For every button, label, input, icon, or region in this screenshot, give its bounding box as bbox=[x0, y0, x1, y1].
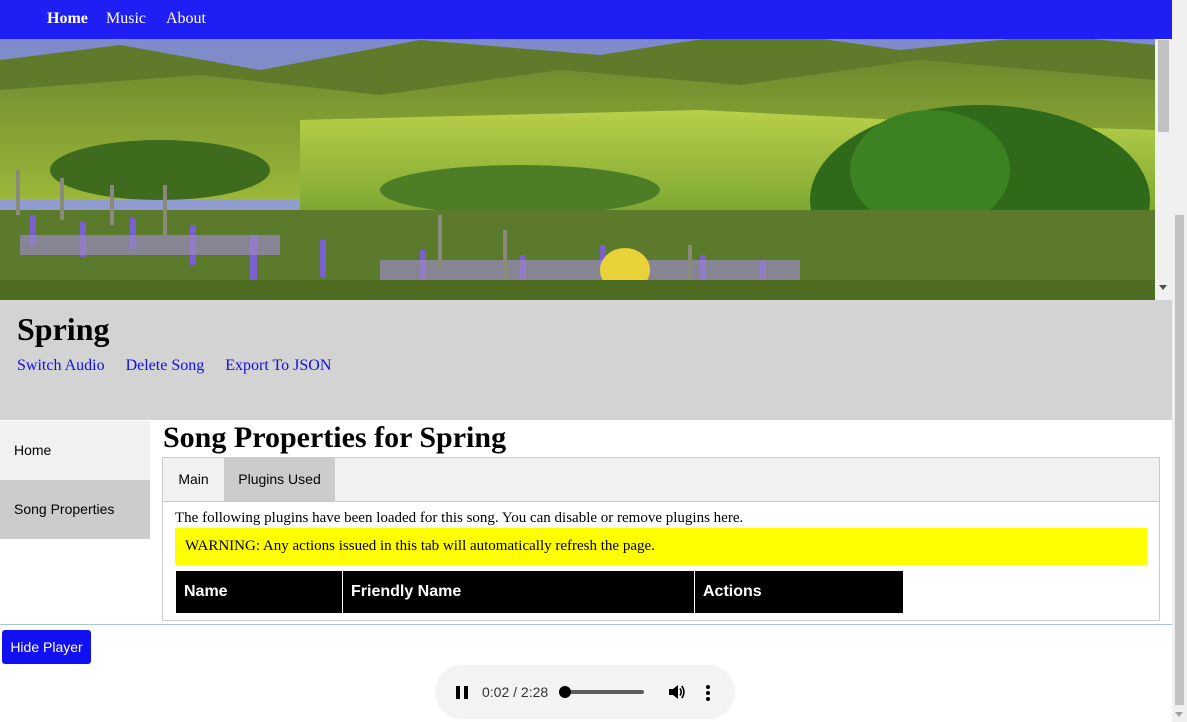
hero-image bbox=[0, 0, 1155, 300]
nav-about-link[interactable]: About bbox=[166, 10, 206, 28]
nav-music-link[interactable]: Music bbox=[106, 10, 146, 28]
pause-icon[interactable] bbox=[456, 686, 468, 699]
page-scrollbar[interactable] bbox=[1172, 0, 1187, 722]
page-scrollbar-thumb[interactable] bbox=[1175, 215, 1184, 705]
progress-slider[interactable] bbox=[559, 686, 644, 698]
plugins-info-text: The following plugins have been loaded f… bbox=[175, 510, 744, 526]
hide-player-button[interactable]: Hide Player bbox=[2, 630, 91, 664]
page-scroll-down-arrow-icon[interactable] bbox=[1175, 712, 1183, 717]
column-header-actions: Actions bbox=[694, 570, 904, 614]
audio-player: 0:02 / 2:28 bbox=[435, 665, 735, 719]
progress-knob[interactable] bbox=[559, 686, 572, 698]
column-header-friendly-name: Friendly Name bbox=[342, 570, 695, 614]
more-options-icon[interactable] bbox=[705, 684, 711, 702]
export-json-link[interactable]: Export To JSON bbox=[225, 357, 331, 374]
tab-plugins-used[interactable]: Plugins Used bbox=[224, 458, 335, 501]
delete-song-link[interactable]: Delete Song bbox=[126, 357, 205, 374]
tab-bar: Main Plugins Used bbox=[163, 458, 1159, 502]
song-title: Spring bbox=[17, 311, 110, 347]
top-navbar: Home Music About bbox=[0, 0, 1172, 39]
table-header-row: Name Friendly Name Actions bbox=[175, 570, 904, 614]
section-divider bbox=[0, 624, 1172, 625]
song-header: Spring Switch Audio Delete Song Export T… bbox=[0, 300, 1172, 420]
column-header-name: Name bbox=[175, 570, 343, 614]
hero-scrollbar[interactable] bbox=[1155, 0, 1172, 300]
volume-icon[interactable] bbox=[668, 683, 686, 701]
sidebar-item-home[interactable]: Home bbox=[0, 421, 150, 480]
page-title: Song Properties for Spring bbox=[163, 421, 507, 454]
tab-main[interactable]: Main bbox=[163, 458, 224, 501]
nav-home-link[interactable]: Home bbox=[47, 10, 88, 28]
hero-scrollbar-thumb[interactable] bbox=[1158, 40, 1169, 132]
switch-audio-link[interactable]: Switch Audio bbox=[17, 357, 105, 374]
scroll-down-arrow-icon[interactable] bbox=[1159, 285, 1167, 290]
tab-content: The following plugins have been loaded f… bbox=[175, 509, 1147, 614]
sidebar-item-song-properties[interactable]: Song Properties bbox=[0, 480, 150, 539]
tabs-panel: Main Plugins Used The following plugins … bbox=[162, 457, 1160, 621]
plugins-table: Name Friendly Name Actions bbox=[175, 570, 904, 614]
sidebar: Home Song Properties bbox=[0, 421, 150, 539]
song-actions: Switch Audio Delete Song Export To JSON bbox=[17, 357, 348, 375]
warning-banner: WARNING: Any actions issued in this tab … bbox=[175, 528, 1147, 565]
playback-time: 0:02 / 2:28 bbox=[482, 684, 549, 700]
